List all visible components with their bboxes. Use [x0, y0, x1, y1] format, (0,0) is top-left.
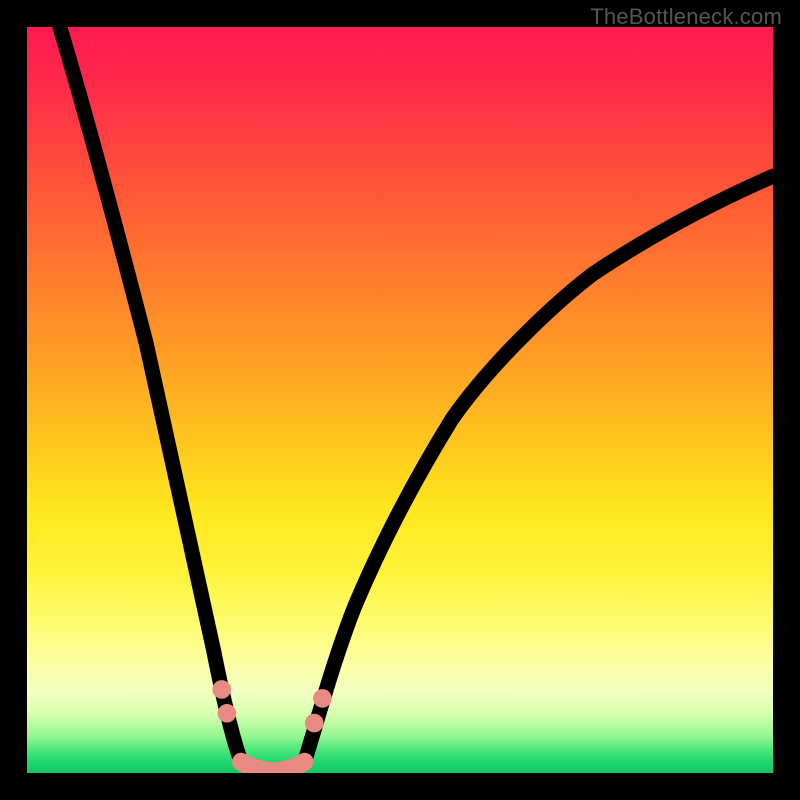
plot-area	[27, 27, 773, 773]
marker-left-upper	[212, 680, 231, 699]
curve-layer	[27, 27, 773, 773]
marker-right-upper	[313, 689, 332, 708]
marker-left-lower	[218, 704, 237, 723]
watermark-text: TheBottleneck.com	[590, 4, 782, 30]
curve-left	[60, 27, 241, 762]
app-root: TheBottleneck.com	[0, 0, 800, 800]
marker-right-lower	[305, 714, 324, 733]
curve-right	[305, 176, 773, 762]
valley-floor	[241, 762, 304, 772]
